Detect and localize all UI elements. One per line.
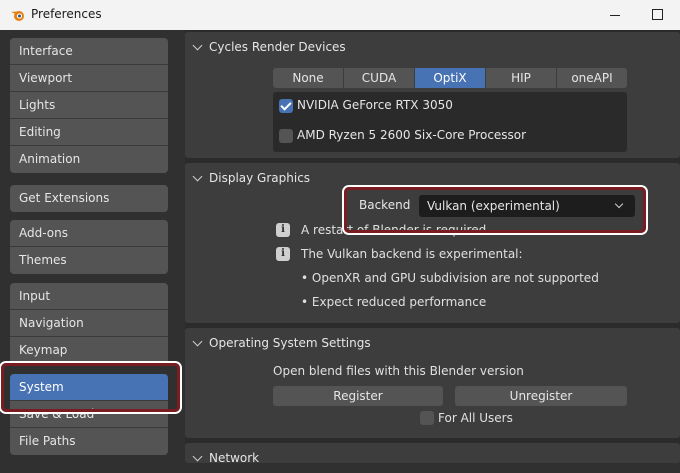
nav-group-extensions: Get Extensions — [10, 185, 168, 212]
sidebar-item-save-load[interactable]: Save & Load — [10, 401, 168, 428]
tab-oneapi[interactable]: oneAPI — [557, 68, 627, 88]
minimize-button[interactable] — [598, 0, 632, 30]
nav-group-general: Interface Viewport Lights Editing Animat… — [10, 38, 168, 173]
backend-value: Vulkan (experimental) — [427, 199, 560, 213]
device-type-tabs: None CUDA OptiX HIP oneAPI — [273, 68, 627, 88]
for-all-users-label: For All Users — [438, 411, 513, 425]
maximize-icon — [652, 9, 663, 20]
blender-icon — [11, 11, 24, 21]
chevron-down-icon — [614, 199, 624, 209]
main-area: Cycles Render Devices None CUDA OptiX HI… — [185, 30, 680, 465]
tab-optix[interactable]: OptiX — [415, 68, 486, 88]
panel-title-cycles: Cycles Render Devices — [209, 40, 346, 54]
title-bar: Preferences — [0, 0, 680, 30]
tab-cuda[interactable]: CUDA — [344, 68, 415, 88]
backend-dropdown[interactable]: Vulkan (experimental) — [419, 195, 635, 217]
panel-network: Network — [185, 443, 680, 465]
sidebar-item-get-extensions[interactable]: Get Extensions — [10, 185, 168, 212]
sidebar-item-animation[interactable]: Animation — [10, 146, 168, 173]
backend-row: Backend Vulkan (experimental) — [351, 191, 641, 221]
device-label-nvidia: NVIDIA GeForce RTX 3050 — [297, 98, 453, 112]
nav-group-input: Input Navigation Keymap — [10, 283, 168, 364]
unregister-button[interactable]: Unregister — [455, 386, 627, 406]
panel-title-os: Operating System Settings — [209, 336, 371, 350]
sidebar-item-themes[interactable]: Themes — [10, 247, 168, 274]
info-icon: i — [276, 223, 290, 237]
nav-group-addons: Add-ons Themes — [10, 220, 168, 274]
panel-cycles-render-devices: Cycles Render Devices None CUDA OptiX HI… — [185, 32, 680, 158]
for-all-users-checkbox[interactable] — [420, 411, 434, 425]
sidebar-item-file-paths[interactable]: File Paths — [10, 428, 168, 455]
sidebar-item-editing[interactable]: Editing — [10, 119, 168, 146]
panel-os-settings: Operating System Settings Open blend fil… — [185, 328, 680, 438]
sidebar-item-viewport[interactable]: Viewport — [10, 65, 168, 92]
sidebar-item-input[interactable]: Input — [10, 283, 168, 310]
chevron-down-icon — [192, 171, 203, 182]
backend-label: Backend — [359, 198, 411, 212]
sidebar-item-navigation[interactable]: Navigation — [10, 310, 168, 337]
chevron-down-icon — [192, 336, 203, 347]
bullet-performance: • Expect reduced performance — [301, 295, 487, 309]
info-icon: i — [276, 247, 290, 261]
sidebar-item-add-ons[interactable]: Add-ons — [10, 220, 168, 247]
chevron-down-icon — [192, 40, 203, 51]
tab-hip[interactable]: HIP — [486, 68, 557, 88]
register-button[interactable]: Register — [273, 386, 443, 406]
window-title: Preferences — [31, 7, 102, 21]
panel-header-cycles[interactable]: Cycles Render Devices — [185, 32, 680, 62]
chevron-down-icon — [192, 451, 203, 462]
panel-title-network: Network — [209, 451, 260, 465]
notice-vulkan-experimental: The Vulkan backend is experimental: — [301, 247, 523, 261]
minimize-icon — [610, 15, 620, 16]
os-description: Open blend files with this Blender versi… — [273, 364, 524, 378]
device-label-amd: AMD Ryzen 5 2600 Six-Core Processor — [297, 128, 527, 142]
sidebar-item-lights[interactable]: Lights — [10, 92, 168, 119]
notice-restart: A restart of Blender is required — [301, 223, 487, 237]
maximize-button[interactable] — [640, 0, 674, 30]
sidebar-item-keymap[interactable]: Keymap — [10, 337, 168, 364]
panel-title-display: Display Graphics — [209, 171, 311, 185]
checkbox-amd[interactable] — [279, 129, 293, 143]
panel-header-os[interactable]: Operating System Settings — [185, 328, 680, 358]
device-list: NVIDIA GeForce RTX 3050 AMD Ryzen 5 2600… — [273, 92, 627, 152]
sidebar-item-system[interactable]: System — [10, 374, 168, 401]
sidebar: Interface Viewport Lights Editing Animat… — [0, 30, 185, 455]
nav-group-system: System Save & Load File Paths — [10, 374, 168, 455]
checkbox-nvidia[interactable] — [279, 99, 293, 113]
panel-header-display[interactable]: Display Graphics — [185, 163, 680, 193]
sidebar-item-interface[interactable]: Interface — [10, 38, 168, 65]
panel-display-graphics: Display Graphics i A restart of Blender … — [185, 163, 680, 323]
bullet-openxr: • OpenXR and GPU subdivision are not sup… — [301, 271, 599, 285]
tab-none[interactable]: None — [273, 68, 344, 88]
panel-header-network[interactable]: Network — [185, 443, 680, 473]
